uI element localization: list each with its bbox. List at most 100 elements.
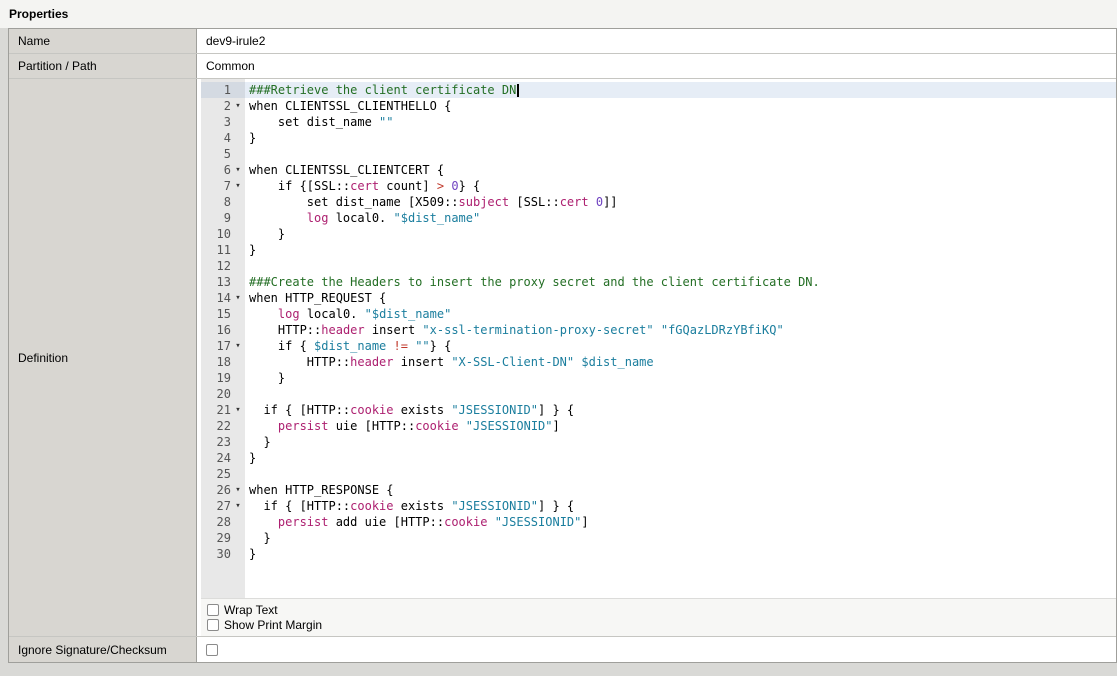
properties-header: Properties [0,0,1117,28]
ignore-signature-value [197,637,1116,662]
gutter-line: 21▾ [201,402,245,418]
fold-arrow-icon[interactable]: ▾ [231,482,245,498]
line-number: 29 [201,530,231,546]
line-number: 30 [201,546,231,562]
code-line [245,258,1116,274]
gutter-line: 3 [201,114,245,130]
code-line: when CLIENTSSL_CLIENTCERT { [245,162,1116,178]
code-token-plain: if { [249,339,314,353]
code-line: ###Retrieve the client certificate DN [245,82,1116,98]
text-cursor [517,84,519,97]
code-token-plain: when CLIENTSSL_CLIENTHELLO { [249,99,451,113]
fold-arrow-icon[interactable]: ▾ [231,290,245,306]
line-number: 27 [201,498,231,514]
code-token-plain: } { [430,339,452,353]
line-number: 25 [201,466,231,482]
partition-row: Partition / Path Common [9,54,1116,79]
line-number: 26 [201,482,231,498]
ignore-signature-checkbox[interactable] [206,644,218,656]
code-token-namespace: X509:: [415,195,458,209]
code-token-number: 0 [596,195,603,209]
code-token-plain: [ [509,195,523,209]
code-token-command: log [278,307,300,321]
code-token-namespace: HTTP:: [307,403,350,417]
fold-arrow-icon[interactable]: ▾ [231,402,245,418]
code-line: } [245,130,1116,146]
code-token-comment: ###Retrieve the client certificate DN [249,83,516,97]
line-number: 5 [201,146,231,162]
line-number: 19 [201,370,231,386]
fold-arrow-icon[interactable]: ▾ [231,338,245,354]
code-token-plain: local0. [328,211,393,225]
gutter-line: 30 [201,546,245,562]
partition-path-label: Partition / Path [9,54,197,78]
gutter-line: 6▾ [201,162,245,178]
ignore-signature-row: Ignore Signature/Checksum [9,637,1116,662]
code-line: } [245,370,1116,386]
irule-code-editor[interactable]: 12▾3456▾7▾891011121314▾151617▾18192021▾2… [201,79,1116,598]
code-token-plain [386,339,393,353]
code-line: set dist_name [X509::subject [SSL::cert … [245,194,1116,210]
code-token-command: persist [278,515,329,529]
wrap-text-label: Wrap Text [224,603,278,617]
code-line: persist add uie [HTTP::cookie "JSESSIONI… [245,514,1116,530]
line-number: 8 [201,194,231,210]
code-line: when HTTP_RESPONSE { [245,482,1116,498]
code-token-command: cookie [350,499,393,513]
code-token-plain [249,307,278,321]
code-token-plain [249,211,307,225]
code-line: if { [HTTP::cookie exists "JSESSIONID"] … [245,498,1116,514]
fold-arrow-icon[interactable]: ▾ [231,178,245,194]
line-number: 4 [201,130,231,146]
code-lines[interactable]: ###Retrieve the client certificate DN whe… [245,79,1116,598]
definition-label: Definition [9,79,197,636]
fold-arrow-icon[interactable]: ▾ [231,498,245,514]
code-token-plain: if {[ [249,179,314,193]
code-line: if { $dist_name != ""} { [245,338,1116,354]
fold-arrow-icon[interactable]: ▾ [231,98,245,114]
definition-label-text: Definition [18,351,68,365]
code-token-plain: } [249,435,271,449]
code-line: log local0. "$dist_name" [245,306,1116,322]
gutter-line: 15 [201,306,245,322]
code-line: log local0. "$dist_name" [245,210,1116,226]
gutter-line: 4 [201,130,245,146]
code-token-plain: exists [394,499,452,513]
gutter-line: 10 [201,226,245,242]
wrap-text-checkbox[interactable] [207,604,219,616]
code-token-plain: add uie [ [328,515,400,529]
code-token-string: "" [379,115,393,129]
line-number: 14 [201,290,231,306]
code-token-namespace: HTTP:: [307,499,350,513]
definition-row: Definition 12▾3456▾7▾891011121314▾151617… [9,79,1116,637]
code-token-plain: } [249,131,256,145]
code-token-plain: } [249,227,285,241]
gutter-line: 7▾ [201,178,245,194]
code-token-command: cookie [444,515,487,529]
line-number: 24 [201,450,231,466]
gutter-line: 20 [201,386,245,402]
code-token-plain [589,195,596,209]
gutter-line: 19 [201,370,245,386]
gutter-line: 26▾ [201,482,245,498]
code-token-string: "JSESSIONID" [466,419,553,433]
fold-arrow-icon[interactable]: ▾ [231,162,245,178]
line-number: 21 [201,402,231,418]
line-number: 28 [201,514,231,530]
code-line: set dist_name "" [245,114,1116,130]
code-token-plain: } [249,531,271,545]
code-token-number: 0 [451,179,458,193]
code-token-plain [459,419,466,433]
line-number: 1 [201,82,231,98]
code-line: persist uie [HTTP::cookie "JSESSIONID"] [245,418,1116,434]
name-row: Name dev9-irule2 [9,29,1116,54]
code-line: } [245,242,1116,258]
code-token-command: log [307,211,329,225]
code-token-plain: set dist_name [ [249,195,415,209]
code-token-plain [487,515,494,529]
code-token-plain [249,419,278,433]
show-print-margin-label: Show Print Margin [224,618,322,632]
code-token-plain: } { [459,179,481,193]
show-print-margin-checkbox[interactable] [207,619,219,631]
code-token-plain: ] [553,419,560,433]
